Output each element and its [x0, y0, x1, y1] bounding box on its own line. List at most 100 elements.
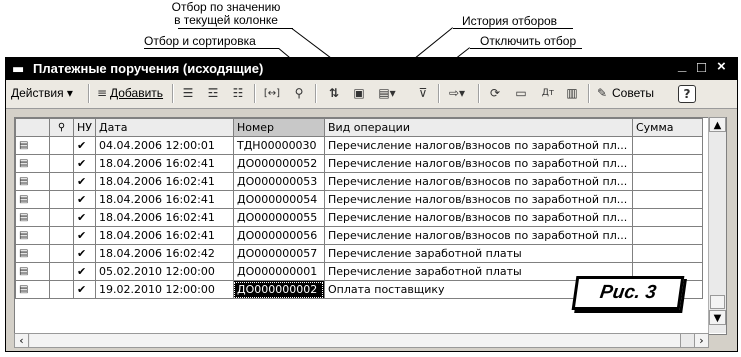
posted-cell[interactable] [49, 190, 74, 209]
date-cell[interactable]: 18.04.2006 16:02:41 [94, 190, 234, 209]
number-cell[interactable]: ДО000000052 [232, 154, 325, 173]
horizontal-scroll-thumb[interactable] [30, 334, 681, 347]
nu-checkmark-icon[interactable]: ✔ [73, 154, 96, 173]
date-cell[interactable]: 04.04.2006 12:00:01 [94, 136, 234, 155]
date-cell[interactable]: 18.04.2006 16:02:41 [94, 226, 234, 245]
nu-checkmark-icon[interactable]: ✔ [73, 280, 96, 299]
column-header-date[interactable]: Дата [94, 118, 234, 137]
search-icon[interactable]: ⚲ [289, 84, 309, 103]
column-header-operation[interactable]: Вид операции [323, 118, 633, 137]
sum-cell[interactable] [631, 154, 703, 173]
actions-menu-button[interactable]: Действия ▾ [11, 83, 73, 104]
table-row[interactable]: ▤ ✔ 18.04.2006 16:02:41 ДО000000056 Перечисл… [15, 226, 703, 245]
interval-icon[interactable]: [↔] [262, 84, 282, 103]
disable-filter-icon[interactable]: ⊽ [413, 84, 433, 103]
number-cell[interactable]: ДО000000001 [232, 262, 325, 281]
table-row[interactable]: ▤ ✔ 04.04.2006 12:00:01 ТДН00000030 Перечисл… [15, 136, 703, 155]
posted-cell[interactable] [49, 244, 74, 263]
sum-cell[interactable] [631, 208, 703, 227]
horizontal-scrollbar[interactable]: ‹ › [14, 333, 709, 348]
vertical-scroll-thumb[interactable] [710, 295, 725, 309]
sum-cell[interactable] [631, 244, 703, 263]
scroll-down-arrow-icon[interactable]: ▼ [709, 310, 726, 325]
posted-cell[interactable] [49, 208, 74, 227]
date-cell[interactable]: 18.04.2006 16:02:42 [94, 244, 234, 263]
number-cell[interactable]: ДО000000057 [232, 244, 325, 263]
operation-cell[interactable]: Перечисление налогов/взносов по заработн… [323, 172, 633, 191]
number-cell[interactable]: ДО000000054 [232, 190, 325, 209]
maximize-button[interactable]: □ [697, 59, 706, 76]
number-cell[interactable]: ТДН00000030 [232, 136, 325, 155]
table-row[interactable]: ▤ ✔ 18.04.2006 16:02:41 ДО000000054 Перечисл… [15, 190, 703, 209]
nu-checkmark-icon[interactable]: ✔ [73, 226, 96, 245]
number-cell[interactable]: ДО000000053 [232, 172, 325, 191]
minimize-button[interactable]: _ [678, 57, 686, 74]
date-cell[interactable]: 18.04.2006 16:02:41 [94, 154, 234, 173]
operation-cell[interactable]: Перечисление заработной платы [323, 244, 633, 263]
posted-cell[interactable] [49, 226, 74, 245]
delete-mark-icon[interactable]: ☷ [228, 84, 248, 103]
number-cell[interactable]: ДО000000055 [232, 208, 325, 227]
table-row[interactable]: ▤ ✔ 18.04.2006 16:02:42 ДО000000057 Перечисл… [15, 244, 703, 263]
table-row[interactable]: ▤ ✔ 18.04.2006 16:02:41 ДО000000053 Перечисл… [15, 172, 703, 191]
posted-cell[interactable] [49, 154, 74, 173]
operation-cell[interactable]: Перечисление налогов/взносов по заработн… [323, 154, 633, 173]
nu-checkmark-icon[interactable]: ✔ [73, 136, 96, 155]
document-icon[interactable]: ▤ [15, 136, 50, 155]
go-to-icon[interactable]: ⇨▾ [443, 84, 471, 103]
sum-cell[interactable] [631, 190, 703, 209]
help-button[interactable]: ? [678, 85, 696, 103]
edit-icon[interactable]: ☲ [203, 84, 223, 103]
posted-cell[interactable] [49, 136, 74, 155]
operation-cell[interactable]: Перечисление налогов/взносов по заработн… [323, 226, 633, 245]
report-icon[interactable]: ▥ [562, 84, 582, 103]
operation-cell[interactable]: Перечисление налогов/взносов по заработн… [323, 136, 633, 155]
operation-cell[interactable]: Перечисление налогов/взносов по заработн… [323, 190, 633, 209]
sum-cell[interactable] [631, 172, 703, 191]
scroll-up-arrow-icon[interactable]: ▲ [709, 117, 726, 132]
posted-cell[interactable] [49, 280, 74, 299]
column-header-posted[interactable]: ⚲ [49, 118, 74, 137]
scroll-right-arrow-icon[interactable]: › [694, 333, 709, 348]
date-cell[interactable]: 19.02.2010 12:00:00 [94, 280, 234, 299]
document-icon[interactable]: ▤ [15, 262, 50, 281]
document-icon[interactable]: ▤ [15, 172, 50, 191]
table-row[interactable]: ▤ ✔ 18.04.2006 16:02:41 ДО000000052 Перечисл… [15, 154, 703, 173]
date-cell[interactable]: 18.04.2006 16:02:41 [94, 172, 234, 191]
document-icon[interactable]: ▤ [15, 280, 50, 299]
nu-checkmark-icon[interactable]: ✔ [73, 262, 96, 281]
table-row[interactable]: ▤ ✔ 18.04.2006 16:02:41 ДО000000055 Перечисл… [15, 208, 703, 227]
scroll-left-arrow-icon[interactable]: ‹ [14, 333, 29, 348]
filter-history-icon[interactable]: ▤▾ [374, 84, 400, 103]
column-header-nu[interactable]: НУ [73, 118, 96, 137]
document-icon[interactable]: ▤ [15, 226, 50, 245]
nu-checkmark-icon[interactable]: ✔ [73, 244, 96, 263]
document-icon[interactable]: ▤ [15, 190, 50, 209]
copy-icon[interactable]: ☰ [178, 84, 198, 103]
refresh-icon[interactable]: ⟳ [485, 84, 505, 103]
filter-by-value-icon[interactable]: ▣ [349, 84, 369, 103]
sum-cell[interactable] [631, 226, 703, 245]
sum-cell[interactable] [631, 136, 703, 155]
vertical-scrollbar[interactable]: ▲ ▼ [708, 117, 726, 333]
nu-checkmark-icon[interactable]: ✔ [73, 208, 96, 227]
document-icon[interactable]: ▤ [15, 208, 50, 227]
posted-cell[interactable] [49, 172, 74, 191]
nu-checkmark-icon[interactable]: ✔ [73, 190, 96, 209]
document-icon[interactable]: ▤ [15, 154, 50, 173]
date-cell[interactable]: 18.04.2006 16:02:41 [94, 208, 234, 227]
accounting-entries-icon[interactable]: Дт [538, 84, 558, 103]
nu-checkmark-icon[interactable]: ✔ [73, 172, 96, 191]
posted-cell[interactable] [49, 262, 74, 281]
print-icon[interactable]: ▭ [511, 84, 531, 103]
number-cell[interactable]: ДО000000056 [232, 226, 325, 245]
add-button[interactable]: Добавить [110, 83, 163, 104]
date-cell[interactable]: 05.02.2010 12:00:00 [94, 262, 234, 281]
filter-and-sort-icon[interactable]: ⇅ [324, 84, 344, 103]
column-header-sum[interactable]: Сумма [631, 118, 703, 137]
tips-button[interactable]: Советы [612, 83, 654, 104]
document-icon[interactable]: ▤ [15, 244, 50, 263]
column-header-status[interactable] [15, 118, 50, 137]
operation-cell[interactable]: Перечисление налогов/взносов по заработн… [323, 208, 633, 227]
close-button[interactable]: × [717, 58, 726, 75]
